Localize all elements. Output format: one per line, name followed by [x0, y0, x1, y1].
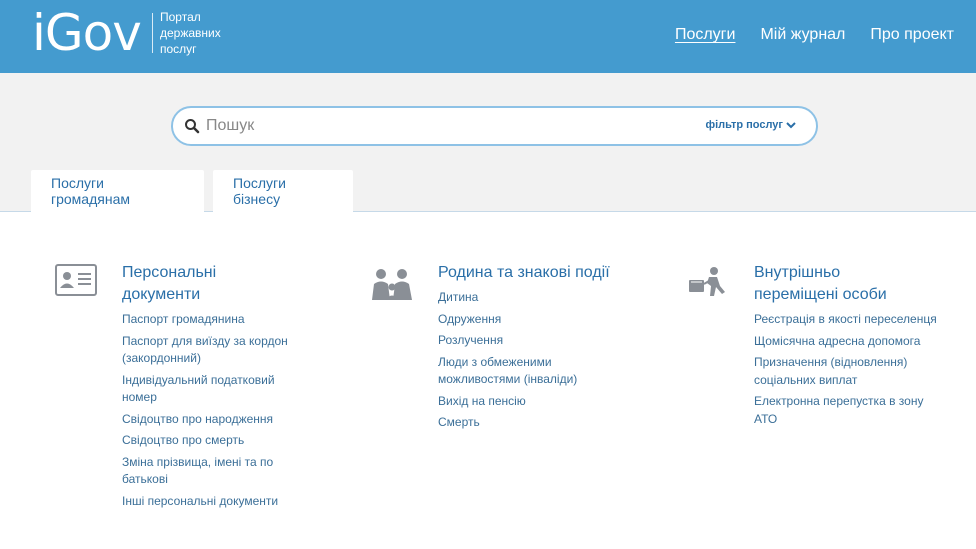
- logo-subtitle-line: послуг: [160, 42, 197, 56]
- nav-my-journal[interactable]: Мій журнал: [760, 24, 845, 46]
- chevron-down-icon: [786, 122, 796, 129]
- family-icon: [372, 269, 412, 300]
- search-input[interactable]: [206, 113, 686, 139]
- main-nav: Послуги Мій журнал Про проект: [675, 24, 954, 46]
- filter-services-toggle[interactable]: фільтр послуг: [705, 119, 796, 131]
- logo-subtitle-line: Портал: [160, 10, 201, 24]
- category-title[interactable]: Внутрішньо переміщені особи: [754, 262, 904, 306]
- service-link[interactable]: Розлучення: [438, 332, 598, 350]
- search-icon: [185, 119, 200, 134]
- category-body: Родина та знакові події Дитина Одруження…: [438, 262, 658, 436]
- service-link[interactable]: Свідоцтво про смерть: [122, 432, 302, 450]
- service-link[interactable]: Свідоцтво про народження: [122, 411, 302, 429]
- service-link[interactable]: Індивідуальний податковий номер: [122, 372, 302, 407]
- header-bar: iGov Портал державних послуг Послуги Мій…: [0, 0, 976, 73]
- service-link[interactable]: Люди з обмеженими можливостями (інваліди…: [438, 354, 598, 389]
- displaced-person-icon: [689, 267, 725, 296]
- logo-subtitle: Портал державних послуг: [160, 9, 240, 57]
- filter-label: фільтр послуг: [705, 119, 783, 131]
- service-link[interactable]: Інші персональні документи: [122, 493, 302, 511]
- category-title[interactable]: Персональні документи: [122, 262, 242, 306]
- category-list: Реєстрація в якості переселенця Щомісячн…: [754, 311, 939, 428]
- category-body: Персональні документи Паспорт громадянин…: [122, 262, 342, 514]
- service-link[interactable]: Паспорт для виїзду за кордон (закордонни…: [122, 333, 302, 368]
- logo-divider: [152, 13, 153, 53]
- service-link[interactable]: Щомісячна адресна допомога: [754, 333, 939, 351]
- service-link[interactable]: Призначення (відновлення) соціальних вип…: [754, 354, 939, 389]
- service-link[interactable]: Вихід на пенсію: [438, 393, 598, 411]
- search-box[interactable]: фільтр послуг: [171, 106, 818, 146]
- category-body: Внутрішньо переміщені особи Реєстрація в…: [754, 262, 974, 432]
- nav-services[interactable]: Послуги: [675, 24, 736, 46]
- tab-citizen-services[interactable]: Послуги громадянам: [31, 170, 204, 212]
- nav-about[interactable]: Про проект: [870, 24, 954, 46]
- service-link[interactable]: Паспорт громадянина: [122, 311, 302, 329]
- service-link[interactable]: Одруження: [438, 311, 598, 329]
- tab-business-services[interactable]: Послуги бізнесу: [213, 170, 353, 212]
- service-link[interactable]: Смерть: [438, 414, 598, 432]
- service-link[interactable]: Дитина: [438, 289, 598, 307]
- logo[interactable]: iGov: [32, 4, 142, 62]
- category-list: Дитина Одруження Розлучення Люди з обмеж…: [438, 289, 598, 432]
- category-title[interactable]: Родина та знакові події: [438, 262, 638, 284]
- service-tabs: Послуги громадянам Послуги бізнесу: [31, 170, 353, 212]
- service-link[interactable]: Зміна прізвища, імені та по батькові: [122, 454, 302, 489]
- service-link[interactable]: Реєстрація в якості переселенця: [754, 311, 939, 329]
- search-section: фільтр послуг Послуги громадянам Послуги…: [0, 73, 976, 212]
- service-link[interactable]: Електронна перепустка в зону АТО: [754, 393, 939, 428]
- category-list: Паспорт громадянина Паспорт для виїзду з…: [122, 311, 302, 510]
- logo-subtitle-line: державних: [160, 26, 221, 40]
- id-card-icon: [55, 264, 97, 296]
